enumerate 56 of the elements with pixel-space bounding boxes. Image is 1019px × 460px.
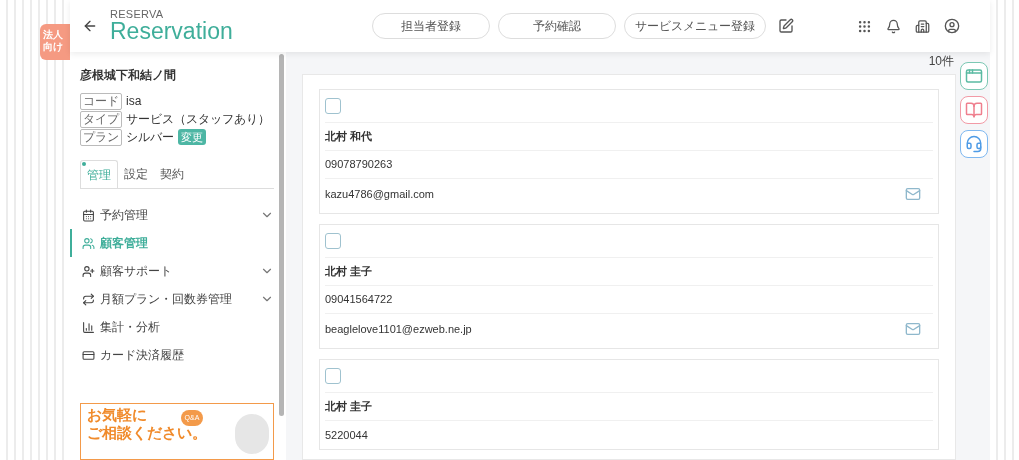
building-icon[interactable] (915, 18, 930, 34)
customer-email: kazu4786@gmail.com (325, 186, 434, 202)
menu-item[interactable]: 顧客サポート (70, 257, 274, 285)
tab[interactable]: 設定 (118, 160, 154, 188)
tab[interactable]: 契約 (154, 160, 190, 188)
customer-phone: 09041564722 (325, 292, 393, 308)
promo-badge: 法人向け (40, 24, 70, 60)
book-button[interactable] (960, 96, 988, 124)
customer-email: beaglelove1101@ezweb.ne.jp (325, 321, 472, 337)
customer-phone: 09078790263 (325, 157, 393, 173)
card-icon (82, 348, 95, 362)
grid-icon[interactable] (857, 18, 872, 34)
field-tag: コード (80, 92, 122, 110)
header-button[interactable]: 担当者登録 (371, 13, 490, 39)
field-tag: プラン (80, 128, 122, 146)
repeat-icon (82, 292, 95, 306)
calendar-icon (82, 208, 95, 222)
logo-title: Reservation (110, 20, 233, 43)
menu-item[interactable]: 月額プラン・回数券管理 (70, 285, 274, 313)
menu-item[interactable]: カード決済履歴 (70, 341, 274, 369)
help-button[interactable] (960, 130, 988, 158)
checkbox[interactable] (325, 98, 341, 114)
result-count: 10件 (928, 53, 954, 70)
window-button[interactable] (960, 62, 988, 90)
shop-name: 彦根城下和結ノ間 (80, 67, 177, 84)
back-icon[interactable] (82, 18, 98, 34)
promo-text: ご相談ください。 (87, 424, 207, 442)
customer-name: 北村 圭子 (325, 264, 373, 280)
menu-item[interactable]: 集計・分析 (70, 313, 274, 341)
menu-item[interactable]: 予約管理 (70, 201, 274, 229)
checkbox[interactable] (325, 233, 341, 249)
field-value: isa (126, 93, 142, 110)
promo-text: お気軽に (87, 406, 147, 424)
window-icon (965, 67, 983, 85)
checkbox[interactable] (325, 368, 341, 384)
customer-name: 北村 和代 (325, 129, 373, 145)
field-value: シルバー (126, 129, 174, 146)
bar-chart-icon (82, 320, 95, 334)
edit-icon[interactable] (777, 18, 794, 34)
customer-phone: 5220044 (325, 427, 368, 443)
mail-icon[interactable] (905, 321, 921, 337)
header-button[interactable]: サービスメニュー登録 (623, 13, 766, 39)
book-icon (965, 101, 983, 119)
user-icon[interactable] (944, 18, 960, 34)
field-tag: タイプ (80, 110, 122, 128)
customer-name: 北村 圭子 (325, 399, 373, 415)
logo-subtitle: RESERVA (110, 9, 165, 20)
bell-icon[interactable] (886, 18, 901, 34)
field-value: サービス（スタッフあり） (126, 111, 270, 128)
mail-icon[interactable] (905, 186, 921, 202)
headset-icon (965, 135, 983, 153)
users-icon (82, 236, 95, 250)
header-button[interactable]: 予約確認 (497, 13, 616, 39)
photo-placeholder (235, 414, 269, 454)
user-plus-icon (82, 264, 95, 278)
scrollbar-thumb[interactable] (279, 54, 284, 416)
